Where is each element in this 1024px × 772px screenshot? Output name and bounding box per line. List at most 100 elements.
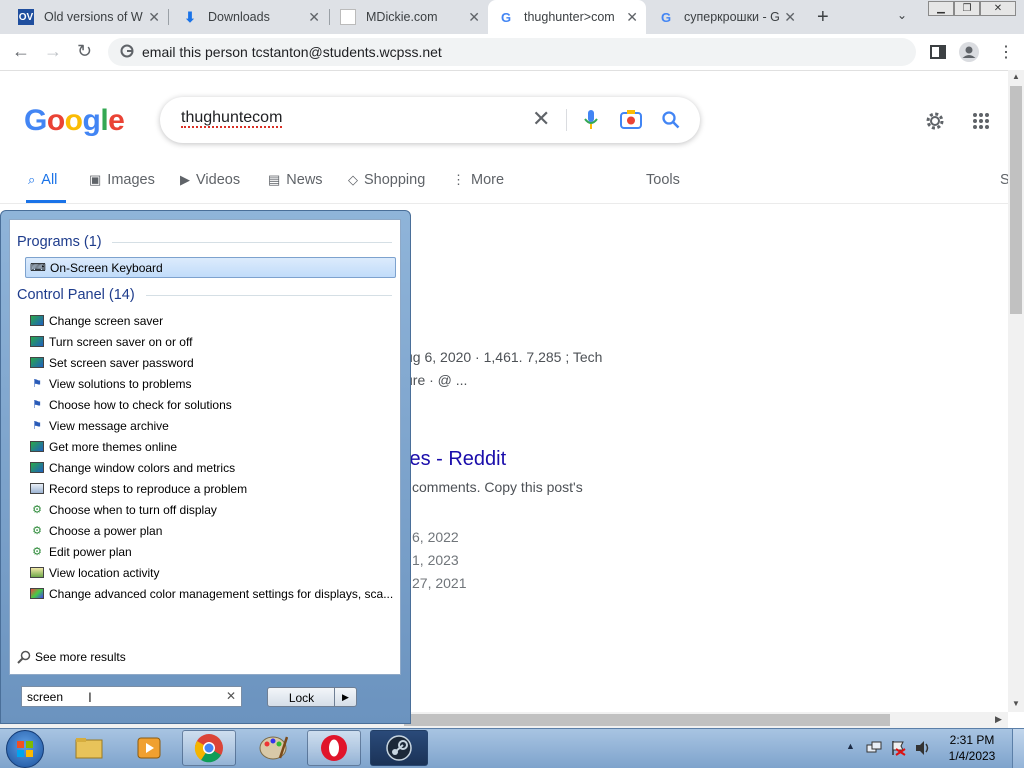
tab-mdickie[interactable]: MDickie.com ✕ — [330, 0, 488, 34]
tab-videos[interactable]: ▶ Videos — [180, 172, 240, 188]
scroll-down-arrow-icon[interactable]: ▼ — [1012, 699, 1020, 708]
taskbar-file-explorer[interactable] — [62, 730, 116, 766]
result-change-screen-saver[interactable]: Change screen saver — [25, 310, 396, 331]
camera-lens-icon[interactable] — [620, 110, 642, 130]
tab-superkroshki[interactable]: G суперкрошки - G ✕ — [648, 0, 804, 34]
power-icon: ⚙ — [32, 546, 42, 558]
result-turn-screen-saver-on-off[interactable]: Turn screen saver on or off — [25, 331, 396, 352]
scroll-right-arrow-icon[interactable]: ▶ — [995, 714, 1002, 725]
tab-news[interactable]: ▤ News — [268, 172, 323, 188]
taskbar-media-player[interactable] — [122, 730, 176, 766]
result-choose-power-plan[interactable]: ⚙ Choose a power plan — [25, 520, 396, 541]
start-search-input[interactable]: screen I ✕ — [21, 686, 242, 707]
result-set-screen-saver-password[interactable]: Set screen saver password — [25, 352, 396, 373]
taskbar-steam[interactable] — [370, 730, 428, 766]
programs-group-header[interactable]: Programs (1) — [17, 234, 102, 250]
location-icon — [29, 566, 45, 580]
tab-label: Old versions of W — [44, 10, 143, 24]
tab-all[interactable]: ⌕ All — [28, 172, 57, 188]
close-icon[interactable]: ✕ — [784, 9, 796, 26]
result-record-steps[interactable]: Record steps to reproduce a problem — [25, 478, 396, 499]
display-icon — [29, 440, 45, 454]
tools-button[interactable]: Tools — [646, 172, 680, 188]
item-label: Record steps to reproduce a problem — [49, 481, 248, 496]
apps-grid-icon[interactable] — [972, 112, 990, 130]
tab-images[interactable]: ▣ Images — [89, 172, 155, 188]
close-icon[interactable]: ✕ — [626, 9, 638, 26]
action-center-flag-icon[interactable] — [890, 740, 906, 756]
kebab-menu-icon[interactable]: ⋮ — [998, 42, 1014, 62]
result-view-location-activity[interactable]: View location activity — [25, 562, 396, 583]
microphone-icon[interactable] — [583, 109, 599, 131]
result-view-solutions[interactable]: ⚑ View solutions to problems — [25, 373, 396, 394]
taskbar-chrome[interactable] — [182, 730, 236, 766]
control-panel-group-header[interactable]: Control Panel (14) — [17, 287, 135, 303]
taskbar-opera[interactable] — [307, 730, 361, 766]
address-bar[interactable]: email this person tcstanton@students.wcp… — [108, 38, 916, 66]
google-logo[interactable]: Google — [24, 104, 125, 138]
show-desktop-button[interactable] — [1012, 729, 1024, 768]
shutdown-options-arrow-icon[interactable]: ▶ — [334, 688, 356, 706]
close-window-button[interactable]: ✕ — [980, 1, 1016, 16]
show-hidden-icons-arrow[interactable]: ▲ — [846, 741, 855, 751]
see-more-results-link[interactable]: See more results — [17, 650, 126, 664]
start-button[interactable] — [6, 730, 44, 768]
item-label: Change screen saver — [49, 313, 164, 328]
tab-label: More — [471, 172, 505, 188]
gear-icon[interactable] — [924, 110, 946, 132]
result-2-title-link[interactable]: ies - Reddit — [405, 448, 506, 471]
result-on-screen-keyboard[interactable]: ⌨ On-Screen Keyboard — [25, 257, 396, 278]
profile-avatar-icon[interactable] — [959, 42, 979, 62]
tab-label: All — [41, 172, 58, 188]
volume-icon[interactable] — [914, 740, 932, 756]
minimize-button[interactable]: ▁ — [928, 1, 954, 16]
keyboard-icon: ⌨ — [30, 262, 46, 274]
clear-search-icon[interactable]: ✕ — [226, 689, 236, 703]
result-check-for-solutions[interactable]: ⚑ Choose how to check for solutions — [25, 394, 396, 415]
steam-icon — [386, 735, 412, 761]
tab-more[interactable]: ⋮ More — [452, 172, 504, 188]
scroll-up-arrow-icon[interactable]: ▲ — [1012, 72, 1020, 81]
tab-label: Videos — [196, 172, 241, 188]
tab-old-versions[interactable]: OV Old versions of W ✕ — [8, 0, 168, 34]
play-icon: ▶ — [180, 172, 190, 187]
search-query-text[interactable]: thughuntecom — [181, 110, 283, 128]
vertical-scroll-thumb[interactable] — [1010, 86, 1022, 314]
close-icon[interactable]: ✕ — [308, 9, 320, 26]
tab-strip: OV Old versions of W ✕ ⬇ Downloads ✕ MDi… — [0, 0, 1024, 34]
result-color-management[interactable]: Change advanced color management setting… — [25, 583, 396, 604]
result-turn-off-display[interactable]: ⚙ Choose when to turn off display — [25, 499, 396, 520]
google-search-box[interactable]: thughuntecom ✕ — [160, 97, 700, 143]
new-tab-button[interactable]: + — [817, 6, 829, 29]
tools-label: Tools — [646, 172, 680, 188]
item-label: Set screen saver password — [49, 355, 194, 370]
restore-button[interactable]: ❐ — [954, 1, 980, 16]
display-icon — [29, 335, 45, 349]
close-icon[interactable]: ✕ — [468, 9, 480, 26]
paint-palette-icon — [259, 736, 288, 760]
tab-thughunter[interactable]: G thughunter>com ✕ — [488, 0, 646, 34]
back-arrow-icon[interactable]: ← — [12, 41, 30, 62]
clear-icon[interactable]: ✕ — [532, 106, 550, 132]
tab-search-dropdown-icon[interactable]: ⌄ — [897, 8, 907, 22]
network-icon[interactable] — [866, 740, 882, 756]
result-get-more-themes[interactable]: Get more themes online — [25, 436, 396, 457]
reload-icon[interactable]: ↻ — [77, 41, 92, 62]
search-icon[interactable] — [662, 111, 680, 129]
result-view-message-archive[interactable]: ⚑ View message archive — [25, 415, 396, 436]
forward-arrow-icon[interactable]: → — [44, 41, 62, 62]
item-label: Edit power plan — [49, 544, 132, 559]
close-icon[interactable]: ✕ — [148, 9, 160, 26]
system-clock[interactable]: 2:31 PM 1/4/2023 — [940, 732, 1004, 764]
taskbar-paint[interactable] — [246, 730, 300, 766]
item-label: Choose when to turn off display — [49, 502, 217, 517]
result-change-window-colors[interactable]: Change window colors and metrics — [25, 457, 396, 478]
nav-divider — [0, 203, 1008, 204]
horizontal-scroll-thumb[interactable] — [404, 714, 890, 726]
media-player-icon — [137, 737, 161, 759]
tab-shopping[interactable]: ◇ Shopping — [348, 172, 425, 188]
tab-downloads[interactable]: ⬇ Downloads ✕ — [172, 0, 328, 34]
result-edit-power-plan[interactable]: ⚙ Edit power plan — [25, 541, 396, 562]
side-panel-icon[interactable] — [930, 44, 946, 60]
lock-button[interactable]: Lock ▶ — [267, 687, 357, 707]
